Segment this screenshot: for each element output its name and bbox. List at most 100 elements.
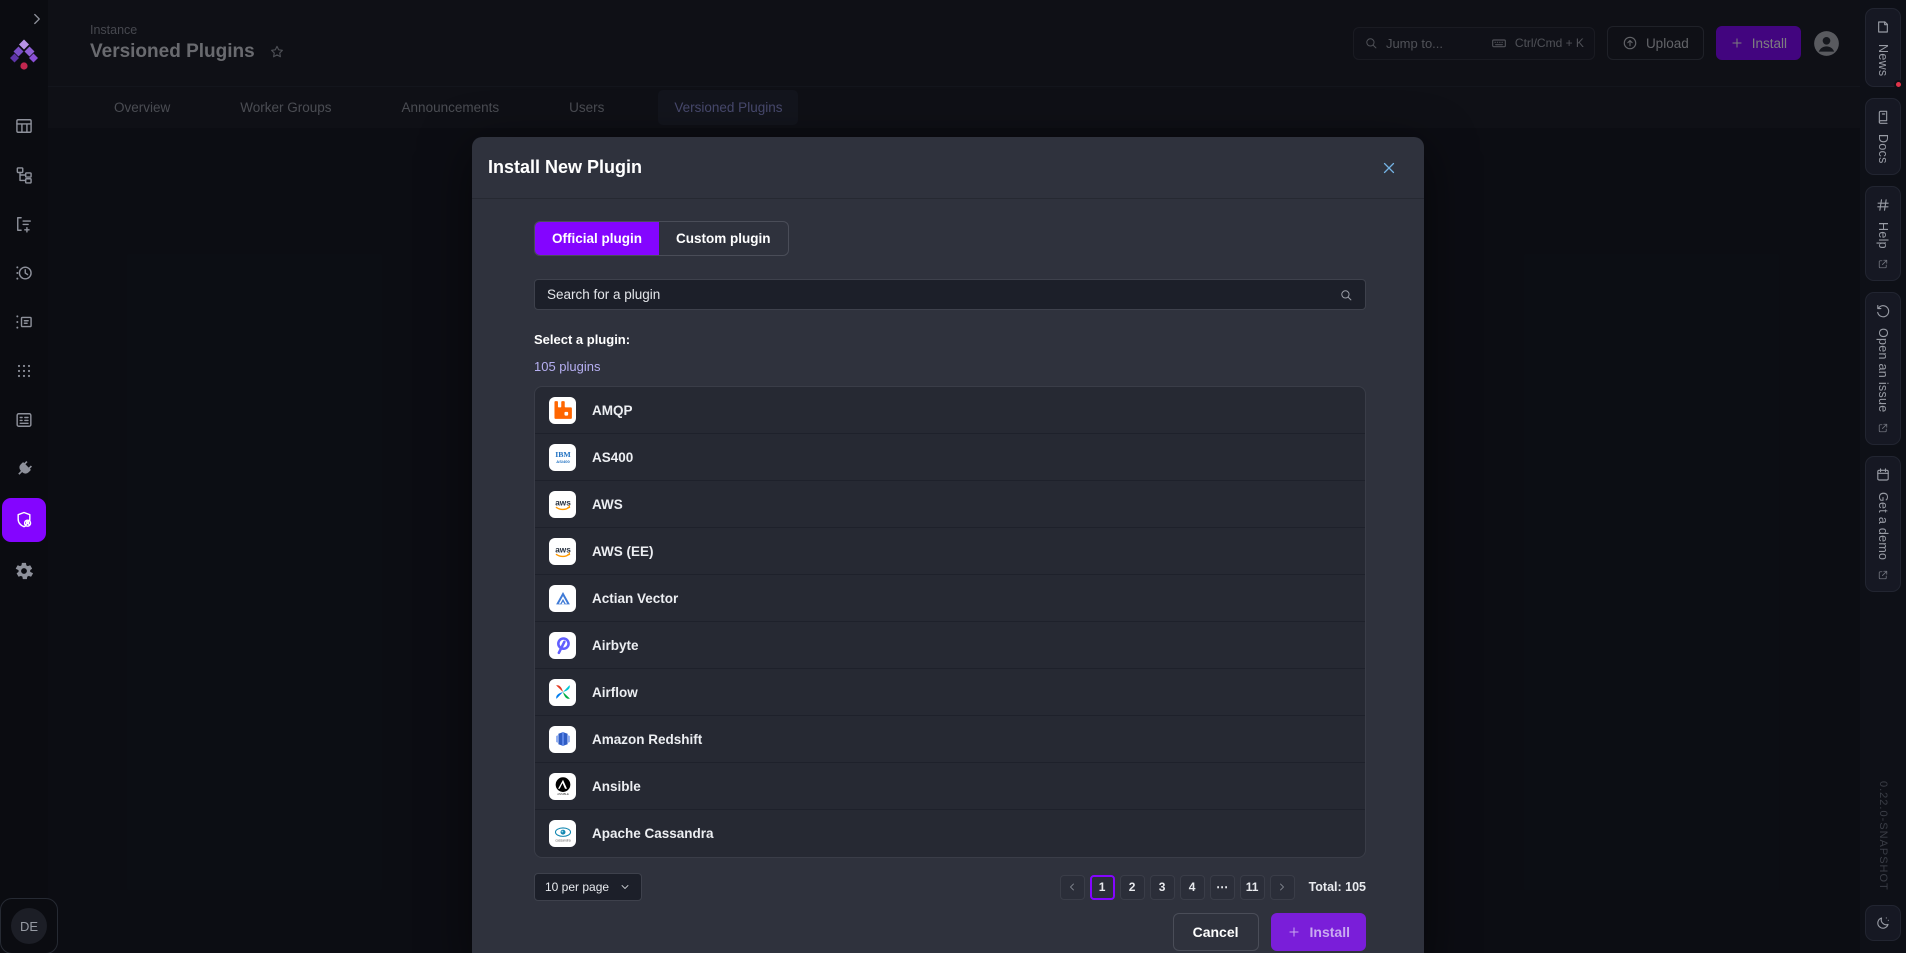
page-button-4[interactable]: 4 <box>1180 875 1205 900</box>
tab-custom-plugin[interactable]: Custom plugin <box>659 222 788 255</box>
page-button-2[interactable]: 2 <box>1120 875 1145 900</box>
ansible-logo: ANSIBLE <box>549 773 576 800</box>
aws-logo: aws <box>549 491 576 518</box>
svg-text:ANSIBLE: ANSIBLE <box>557 792 569 796</box>
plugin-row-apache-cassandra[interactable]: cassandra Apache Cassandra <box>535 810 1365 857</box>
select-plugin-label: Select a plugin: <box>534 332 1366 347</box>
plugin-row-amazon-redshift[interactable]: Amazon Redshift <box>535 716 1365 763</box>
page-button-[interactable]: ⋯ <box>1210 875 1235 900</box>
rail-button-label: Get a demo <box>1876 492 1890 560</box>
rail-button-docs[interactable]: Docs <box>1865 98 1901 175</box>
redshift-logo <box>549 726 576 753</box>
version-label: 0.22.0-SNAPSHOT <box>1877 781 1889 891</box>
plugin-name: AMQP <box>592 403 633 418</box>
per-page-select[interactable]: 10 per page <box>534 873 642 901</box>
close-icon[interactable] <box>1380 159 1398 177</box>
svg-text:cassandra: cassandra <box>555 838 570 842</box>
external-link-icon <box>1877 422 1889 434</box>
moon-icon <box>1875 915 1891 931</box>
sidebar-item-dashboard[interactable] <box>4 106 44 146</box>
sidebar-item-settings[interactable] <box>4 551 44 591</box>
plugin-name: Ansible <box>592 779 641 794</box>
plugin-search-box[interactable] <box>534 279 1366 310</box>
timeline-list-icon <box>14 312 34 332</box>
sidebar-item-tests[interactable] <box>4 302 44 342</box>
aws-logo: aws <box>549 538 576 565</box>
plugin-name: Apache Cassandra <box>592 826 714 841</box>
sidebar-item-flows[interactable] <box>4 155 44 195</box>
rail-button-label: Docs <box>1876 134 1890 164</box>
page-button-1[interactable]: 1 <box>1090 875 1115 900</box>
external-link-icon <box>1877 258 1889 270</box>
plugin-row-aws-ee[interactable]: aws AWS (EE) <box>535 528 1365 575</box>
sidebar-item-blueprints[interactable] <box>4 400 44 440</box>
modal-footer: Cancel Install <box>472 901 1424 953</box>
kestra-logo[interactable] <box>9 38 39 74</box>
plugin-name: AS400 <box>592 450 633 465</box>
plugin-row-airflow[interactable]: Airflow <box>535 669 1365 716</box>
cancel-button[interactable]: Cancel <box>1173 913 1259 951</box>
rail-button-help[interactable]: Help <box>1865 186 1901 281</box>
sidebar-item-logs[interactable] <box>4 253 44 293</box>
plus-icon <box>1287 925 1301 939</box>
modal-header: Install New Plugin <box>472 137 1424 199</box>
total-count: Total: 105 <box>1309 880 1366 894</box>
plugin-row-as400[interactable]: IBMAS/400 AS400 <box>535 434 1365 481</box>
plugin-name: Actian Vector <box>592 591 678 606</box>
sidebar-item-executions[interactable] <box>4 204 44 244</box>
modal-title: Install New Plugin <box>488 157 642 178</box>
plugin-row-ansible[interactable]: ANSIBLE Ansible <box>535 763 1365 810</box>
sidebar-item-apps[interactable] <box>4 351 44 391</box>
list-plus-icon <box>14 214 34 234</box>
plugin-row-aws[interactable]: aws AWS <box>535 481 1365 528</box>
airbyte-logo <box>549 632 576 659</box>
dots-grid-icon <box>14 361 34 381</box>
next-page-button[interactable] <box>1270 875 1295 900</box>
airflow-logo <box>549 679 576 706</box>
install-button-footer[interactable]: Install <box>1271 913 1366 951</box>
docs-icon <box>1875 109 1891 125</box>
rail-button-label: Help <box>1876 222 1890 249</box>
notification-dot <box>1894 80 1903 89</box>
svg-text:AS/400: AS/400 <box>556 459 570 464</box>
right-sidebar: News Docs Help Open an issue Get a demo 0.22… <box>1860 0 1906 953</box>
plugin-type-tabs: Official plugin Custom plugin <box>534 221 789 256</box>
theme-toggle-button[interactable] <box>1865 905 1901 941</box>
plugin-list: AMQP IBMAS/400 AS400 aws AWS aws AWS (EE) Actia… <box>534 386 1366 858</box>
plugin-count: 105 plugins <box>534 359 1366 374</box>
rail-button-get-a-demo[interactable]: Get a demo <box>1865 456 1901 592</box>
rail-button-open-an-issue[interactable]: Open an issue <box>1865 292 1901 445</box>
page-button-3[interactable]: 3 <box>1150 875 1175 900</box>
plugin-name: AWS (EE) <box>592 544 654 559</box>
rabbitmq-logo <box>549 397 576 424</box>
clock-history-icon <box>14 263 34 283</box>
ibm-as400-logo: IBMAS/400 <box>549 444 576 471</box>
card-list-icon <box>14 410 34 430</box>
sidebar-item-plugins[interactable] <box>4 449 44 489</box>
rail-button-news[interactable]: News <box>1865 8 1901 87</box>
sidebar-item-administration[interactable] <box>2 498 46 542</box>
gear-icon <box>14 561 34 581</box>
chevron-right-icon <box>1276 881 1288 893</box>
sidebar-expand-icon[interactable] <box>28 10 46 28</box>
issue-icon <box>1875 303 1891 319</box>
plugin-search-input[interactable] <box>547 287 1339 302</box>
plugin-name: AWS <box>592 497 623 512</box>
external-link-icon <box>1877 569 1889 581</box>
shield-account-icon <box>14 510 34 530</box>
plugin-row-actian-vector[interactable]: Actian Vector <box>535 575 1365 622</box>
environment-box: DE <box>0 898 58 953</box>
chevron-left-icon <box>1066 881 1078 893</box>
pagination: 10 per page 1234⋯11 Total: 105 <box>534 873 1366 901</box>
news-icon <box>1875 19 1891 35</box>
plugin-row-amqp[interactable]: AMQP <box>535 387 1365 434</box>
tab-official-plugin[interactable]: Official plugin <box>535 222 659 255</box>
grid-icon <box>14 116 34 136</box>
page-button-11[interactable]: 11 <box>1240 875 1265 900</box>
rail-button-label: News <box>1876 44 1890 76</box>
prev-page-button[interactable] <box>1060 875 1085 900</box>
search-icon <box>1339 288 1353 302</box>
cassandra-logo: cassandra <box>549 820 576 847</box>
plugin-name: Amazon Redshift <box>592 732 702 747</box>
plugin-row-airbyte[interactable]: Airbyte <box>535 622 1365 669</box>
